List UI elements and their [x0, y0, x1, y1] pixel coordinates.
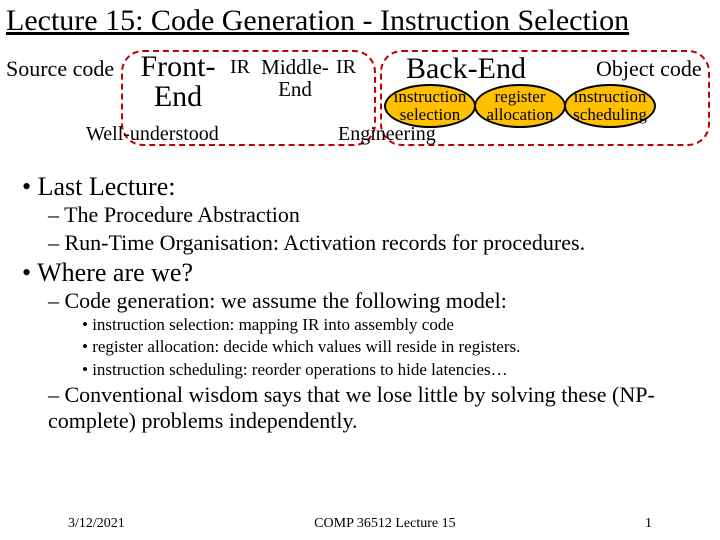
- bullet-where1: Code generation: we assume the following…: [48, 288, 698, 380]
- oval2-line1: register: [476, 88, 564, 106]
- oval3-line1: instruction: [566, 88, 654, 106]
- bullet-w1a: instruction selection: mapping IR into a…: [82, 314, 698, 335]
- object-code-label: Object code: [596, 56, 702, 82]
- bullet-w1b: register allocation: decide which values…: [82, 336, 698, 357]
- oval-instruction-scheduling: instruction scheduling: [564, 84, 656, 128]
- middle-end-text: Middle-End: [261, 55, 329, 101]
- bullet-where: Where are we? Code generation: we assume…: [22, 258, 698, 434]
- source-code-label: Source code: [6, 56, 114, 82]
- oval1-line1: instruction: [386, 88, 474, 106]
- footer-date: 3/12/2021: [68, 516, 125, 532]
- footer-course: COMP 36512 Lecture 15: [314, 516, 455, 532]
- bullet-where1-text: Code generation: we assume the following…: [65, 288, 507, 313]
- bullet-last1: The Procedure Abstraction: [48, 202, 698, 228]
- oval3-line2: scheduling: [566, 106, 654, 124]
- bullet-last2: Run-Time Organisation: Activation record…: [48, 230, 698, 256]
- back-end-label: Back-End: [406, 52, 526, 86]
- oval2-line2: allocation: [476, 106, 564, 124]
- slide-footer: 3/12/2021 COMP 36512 Lecture 15 1: [0, 516, 720, 532]
- oval-instruction-selection: instruction selection: [384, 84, 476, 128]
- compiler-diagram: Source code Front-End IR Middle-End IR B…: [6, 48, 714, 168]
- ir-label-1: IR: [230, 56, 250, 79]
- front-end-text: Front-End: [141, 50, 216, 113]
- engineering-label: Engineering: [338, 123, 436, 146]
- bullet-w1c: instruction scheduling: reorder operatio…: [82, 359, 698, 380]
- bullet-where-text: Where are we?: [37, 258, 193, 287]
- front-end-label: Front-End: [134, 52, 222, 112]
- oval1-line2: selection: [386, 106, 474, 124]
- bullet-last-lecture: Last Lecture: The Procedure Abstraction …: [22, 172, 698, 256]
- ir-label-2: IR: [336, 56, 356, 79]
- middle-end-label: Middle-End: [260, 56, 330, 100]
- bullet-content: Last Lecture: The Procedure Abstraction …: [0, 168, 720, 434]
- footer-page: 1: [645, 516, 652, 532]
- bullet-last-lecture-text: Last Lecture:: [38, 172, 176, 201]
- bullet-where2: Conventional wisdom says that we lose li…: [48, 382, 698, 434]
- well-understood-label: Well-understood: [86, 123, 219, 146]
- oval-register-allocation: register allocation: [474, 84, 566, 128]
- slide-title: Lecture 15: Code Generation - Instructio…: [0, 0, 720, 46]
